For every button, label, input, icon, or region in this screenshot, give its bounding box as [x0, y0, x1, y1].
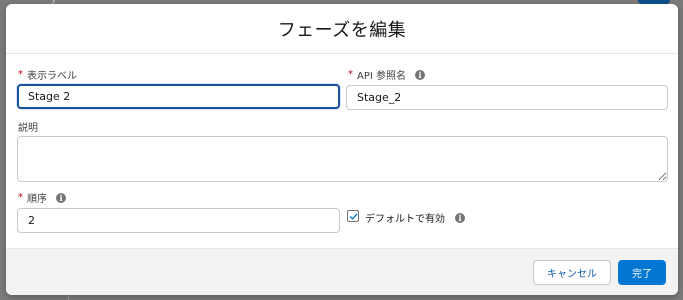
done-button[interactable]: 完了: [618, 260, 666, 285]
api-name-input[interactable]: [346, 85, 668, 110]
modal-title: フェーズを編集: [277, 19, 407, 41]
description-field-label: 説明: [18, 119, 38, 134]
info-icon[interactable]: i: [415, 69, 425, 80]
required-indicator: *: [348, 69, 353, 80]
required-indicator: *: [18, 69, 23, 80]
order-field-label: * 順序 i: [18, 190, 66, 205]
api-name-field-label: * API 参照名 i: [348, 67, 425, 82]
display-label-input[interactable]: [17, 84, 340, 109]
modal-footer: キャンセル 完了: [6, 248, 678, 295]
default-enabled-checkbox[interactable]: [347, 210, 359, 222]
modal-header: フェーズを編集: [6, 4, 678, 54]
display-label-field-label: * 表示ラベル: [18, 67, 77, 82]
api-name-label-text: API 参照名: [357, 71, 406, 82]
display-label-text: 表示ラベル: [27, 71, 77, 82]
default-enabled-label: デフォルトで有効 i: [365, 210, 465, 225]
description-label-text: 説明: [18, 123, 38, 134]
description-textarea[interactable]: [17, 136, 668, 182]
order-label-text: 順序: [27, 194, 47, 205]
cancel-button[interactable]: キャンセル: [533, 260, 611, 285]
edit-phase-modal: フェーズを編集 * 表示ラベル * API 参照名 i 説明 * 順序 i: [6, 4, 678, 295]
checkmark-icon: [349, 212, 357, 220]
info-icon[interactable]: i: [455, 212, 465, 223]
default-enabled-label-text: デフォルトで有効: [365, 214, 445, 225]
info-icon[interactable]: i: [56, 192, 66, 203]
order-input[interactable]: [17, 208, 340, 233]
modal-body: * 表示ラベル * API 参照名 i 説明 * 順序 i: [6, 54, 678, 251]
required-indicator: *: [18, 192, 23, 203]
